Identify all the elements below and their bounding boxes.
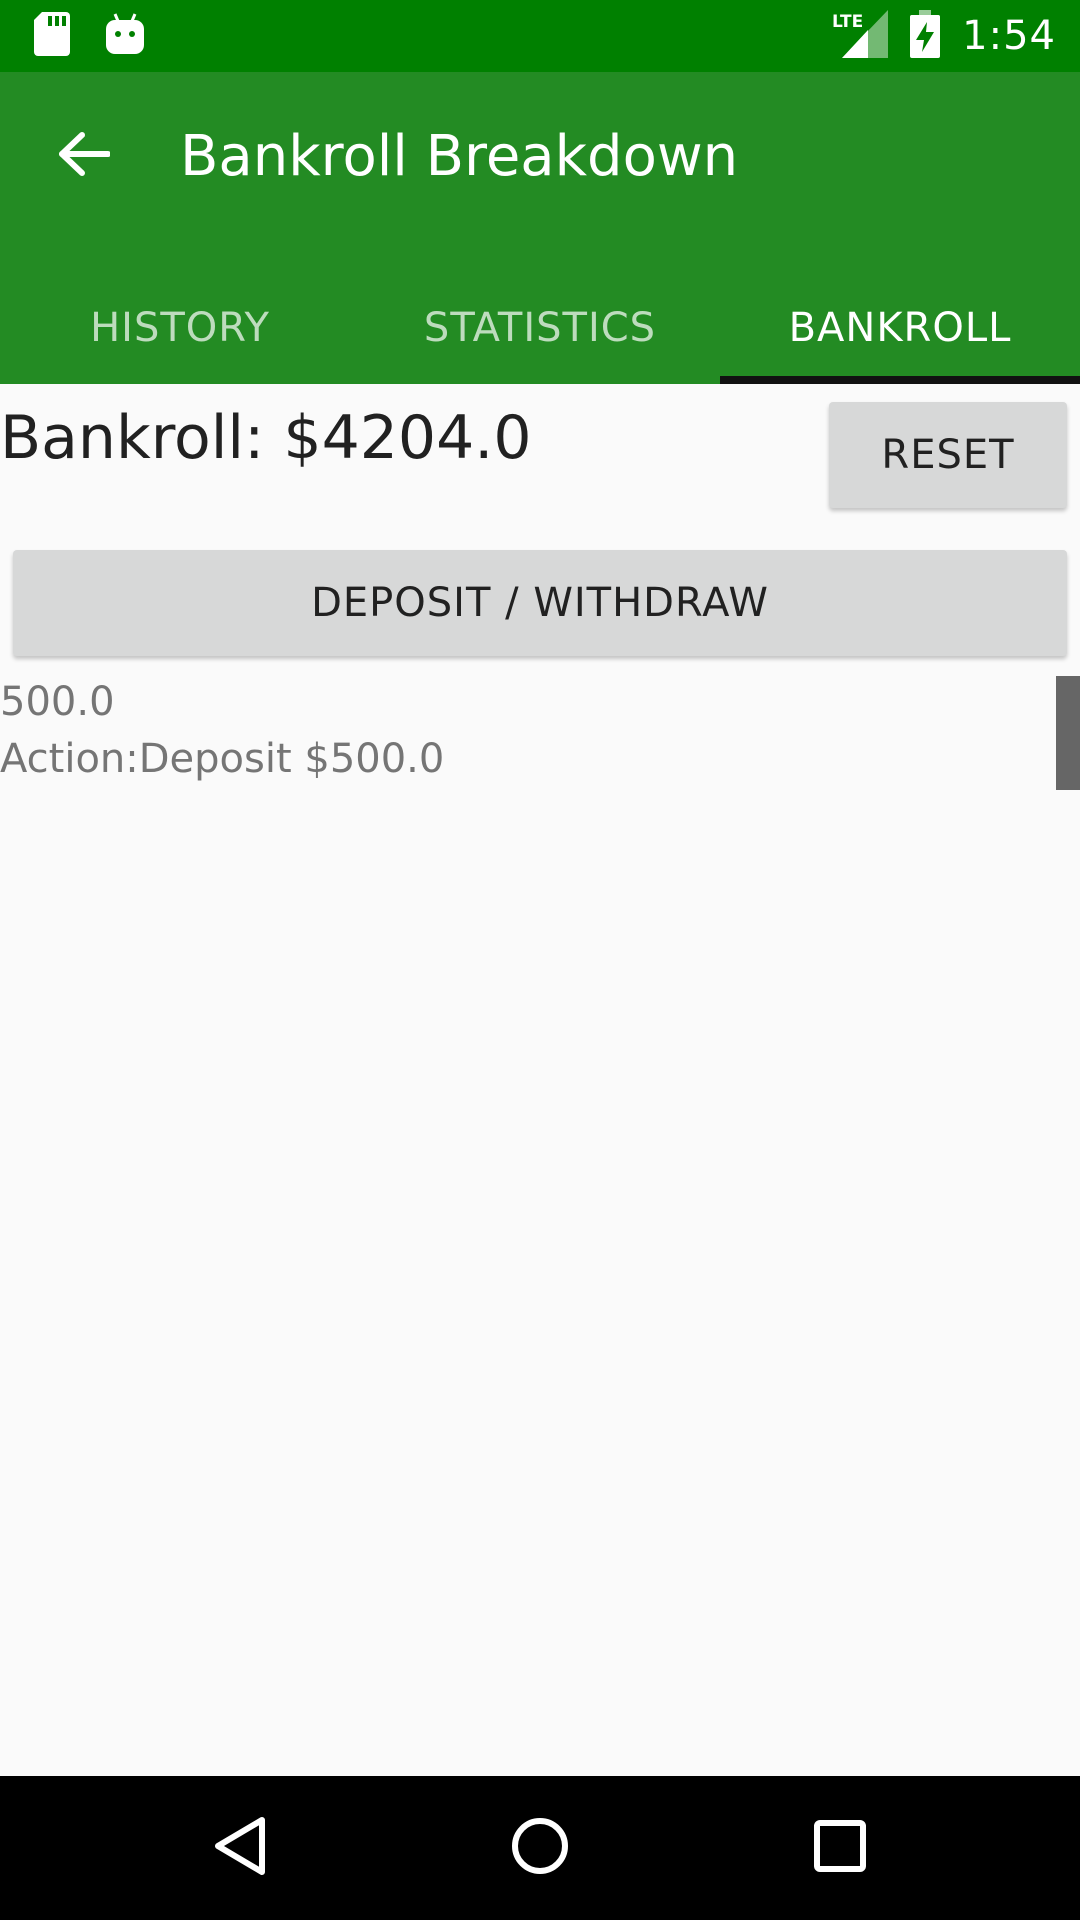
recents-square-icon [812, 1818, 868, 1878]
back-button[interactable] [52, 124, 116, 188]
lte-signal-icon: LTE [832, 10, 889, 62]
reset-button[interactable]: RESET [829, 402, 1067, 508]
navigation-bar [0, 1776, 1080, 1920]
bankroll-content: Bankroll: $4204.0 RESET DEPOSIT / WITHDR… [0, 384, 1080, 1776]
status-left-icons [34, 12, 144, 60]
android-icon [106, 12, 144, 60]
tab-history[interactable]: HISTORY [0, 272, 360, 384]
deposit-withdraw-button[interactable]: DEPOSIT / WITHDRAW [13, 550, 1067, 656]
home-circle-icon [510, 1816, 570, 1880]
tab-statistics[interactable]: STATISTICS [360, 272, 720, 384]
arrow-back-icon [58, 131, 111, 181]
tab-bankroll[interactable]: BANKROLL [720, 272, 1080, 384]
bankroll-total: Bankroll: $4204.0 [0, 403, 532, 473]
sd-card-icon [34, 12, 70, 60]
status-right-icons: LTE 1:54 [832, 10, 1056, 62]
transaction-action: Action:Deposit $500.0 [0, 736, 445, 782]
status-time: 1:54 [962, 13, 1056, 59]
app-bar: Bankroll Breakdown HISTORY STATISTICS BA… [0, 72, 1080, 384]
battery-charging-icon [910, 10, 941, 62]
page-title: Bankroll Breakdown [180, 124, 739, 189]
transaction-amount: 500.0 [0, 679, 115, 725]
nav-back-button[interactable] [190, 1798, 290, 1898]
tab-bar: HISTORY STATISTICS BANKROLL [0, 272, 1080, 384]
status-bar: LTE 1:54 [0, 0, 1080, 72]
transaction-list[interactable]: 500.0 Action:Deposit $500.0 [0, 674, 1080, 788]
lte-label: LTE [832, 12, 863, 32]
list-item[interactable]: 500.0 Action:Deposit $500.0 [0, 674, 1080, 788]
nav-home-button[interactable] [490, 1798, 590, 1898]
nav-recents-button[interactable] [790, 1798, 890, 1898]
back-triangle-icon [212, 1816, 268, 1880]
scrollbar-thumb[interactable] [1056, 676, 1080, 790]
